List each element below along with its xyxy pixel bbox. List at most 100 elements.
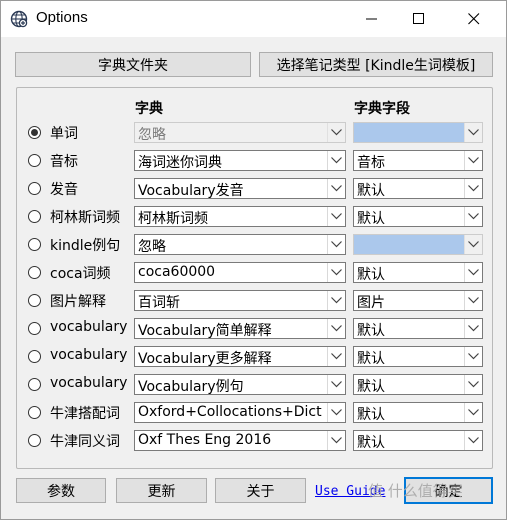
chevron-down-icon [327, 123, 345, 142]
minimize-button[interactable] [349, 1, 395, 37]
close-icon [468, 13, 480, 25]
field-column-header: 字典字段 [354, 101, 410, 117]
chevron-down-icon [464, 403, 482, 422]
field-label: vocabulary [50, 375, 128, 391]
field-select-value: 默认 [357, 379, 385, 395]
field-select[interactable]: 音标 [353, 150, 483, 171]
field-label: 发音 [50, 182, 78, 198]
field-radio[interactable] [28, 406, 41, 419]
dictionary-select-value: Vocabulary发音 [138, 183, 244, 199]
field-radio[interactable] [28, 322, 41, 335]
field-radio[interactable] [28, 350, 41, 363]
dictionary-select-value: 海词迷你词典 [138, 155, 222, 171]
params-button[interactable]: 参数 [16, 478, 106, 503]
field-select-value: 默认 [357, 211, 385, 227]
dictionary-select[interactable]: Oxf Thes Eng 2016 [134, 430, 346, 451]
window-title: Options [36, 9, 88, 26]
field-radio[interactable] [28, 126, 41, 139]
chevron-down-icon [327, 403, 345, 422]
chevron-down-icon [327, 263, 345, 282]
dictionary-folder-button[interactable]: 字典文件夹 [15, 52, 251, 77]
chevron-down-icon [464, 235, 482, 254]
field-radio[interactable] [28, 210, 41, 223]
chevron-down-icon [327, 179, 345, 198]
field-label: vocabulary [50, 347, 128, 363]
field-select[interactable]: 默认 [353, 262, 483, 283]
chevron-down-icon [464, 347, 482, 366]
chevron-down-icon [327, 235, 345, 254]
field-select[interactable] [353, 234, 483, 255]
dictionary-select[interactable]: coca60000 [134, 262, 346, 283]
field-label: 图片解释 [50, 294, 106, 310]
field-select[interactable]: 默认 [353, 402, 483, 423]
field-select-value: 默认 [357, 435, 385, 451]
field-label: 音标 [50, 154, 78, 170]
maximize-icon [413, 13, 424, 24]
dictionary-select[interactable]: Vocabulary更多解释 [134, 346, 346, 367]
field-select[interactable]: 默认 [353, 430, 483, 451]
field-select[interactable] [353, 122, 483, 143]
field-select[interactable]: 默认 [353, 206, 483, 227]
chevron-down-icon [464, 375, 482, 394]
options-window: Options 字典文件夹 选择笔记类型 [Kindle生词模板] 字典 字典字… [0, 0, 507, 520]
dictionary-select[interactable]: Vocabulary简单解释 [134, 318, 346, 339]
field-label: 柯林斯词频 [50, 210, 120, 226]
field-select-value: 图片 [357, 295, 385, 311]
field-select[interactable]: 默认 [353, 374, 483, 395]
dictionary-select[interactable]: 柯林斯词频 [134, 206, 346, 227]
field-label: kindle例句 [50, 238, 121, 254]
field-select[interactable]: 默认 [353, 318, 483, 339]
globe-icon [10, 10, 28, 28]
chevron-down-icon [327, 291, 345, 310]
chevron-down-icon [464, 207, 482, 226]
radio-selected-dot [31, 129, 38, 136]
note-type-button[interactable]: 选择笔记类型 [Kindle生词模板] [259, 52, 493, 77]
field-radio[interactable] [28, 154, 41, 167]
maximize-button[interactable] [396, 1, 442, 37]
field-radio[interactable] [28, 434, 41, 447]
field-select-value: 默认 [357, 267, 385, 283]
dictionary-select-value: Vocabulary简单解释 [138, 323, 272, 339]
field-select[interactable]: 默认 [353, 346, 483, 367]
chevron-down-icon [464, 431, 482, 450]
field-radio[interactable] [28, 294, 41, 307]
dictionary-select-value: Vocabulary例句 [138, 379, 244, 395]
chevron-down-icon [327, 319, 345, 338]
close-button[interactable] [451, 1, 497, 37]
field-select-value: 默认 [357, 407, 385, 423]
field-radio[interactable] [28, 182, 41, 195]
dictionary-select[interactable]: 忽略 [134, 122, 346, 143]
dictionary-select[interactable]: 百词斩 [134, 290, 346, 311]
field-select[interactable]: 默认 [353, 178, 483, 199]
dictionary-select[interactable]: Vocabulary例句 [134, 374, 346, 395]
field-radio[interactable] [28, 378, 41, 391]
field-radio[interactable] [28, 266, 41, 279]
field-select-value: 默认 [357, 183, 385, 199]
chevron-down-icon [464, 179, 482, 198]
field-select-value: 默认 [357, 323, 385, 339]
field-select-value: 默认 [357, 351, 385, 367]
dictionary-select[interactable]: 忽略 [134, 234, 346, 255]
chevron-down-icon [327, 207, 345, 226]
chevron-down-icon [327, 347, 345, 366]
dictionary-select-value: 柯林斯词频 [138, 211, 208, 227]
field-label: 牛津同义词 [50, 434, 120, 450]
dictionary-select-value: coca60000 [138, 264, 216, 280]
chevron-down-icon [464, 263, 482, 282]
field-label: 单词 [50, 126, 78, 142]
dictionary-select-value: 忽略 [138, 127, 166, 143]
dictionary-select[interactable]: Oxford+Collocations+Dict [134, 402, 346, 423]
dictionary-select-value: Vocabulary更多解释 [138, 351, 272, 367]
dictionary-select[interactable]: Vocabulary发音 [134, 178, 346, 199]
dictionary-select[interactable]: 海词迷你词典 [134, 150, 346, 171]
field-label: vocabulary [50, 319, 128, 335]
dictionary-select-value: 忽略 [138, 239, 166, 255]
field-radio[interactable] [28, 238, 41, 251]
about-button[interactable]: 关于 [215, 478, 306, 503]
chevron-down-icon [464, 319, 482, 338]
field-select-value: 音标 [357, 155, 385, 171]
update-button[interactable]: 更新 [116, 478, 207, 503]
dictionary-select-value: Oxford+Collocations+Dict [138, 404, 322, 420]
field-select[interactable]: 图片 [353, 290, 483, 311]
chevron-down-icon [464, 291, 482, 310]
